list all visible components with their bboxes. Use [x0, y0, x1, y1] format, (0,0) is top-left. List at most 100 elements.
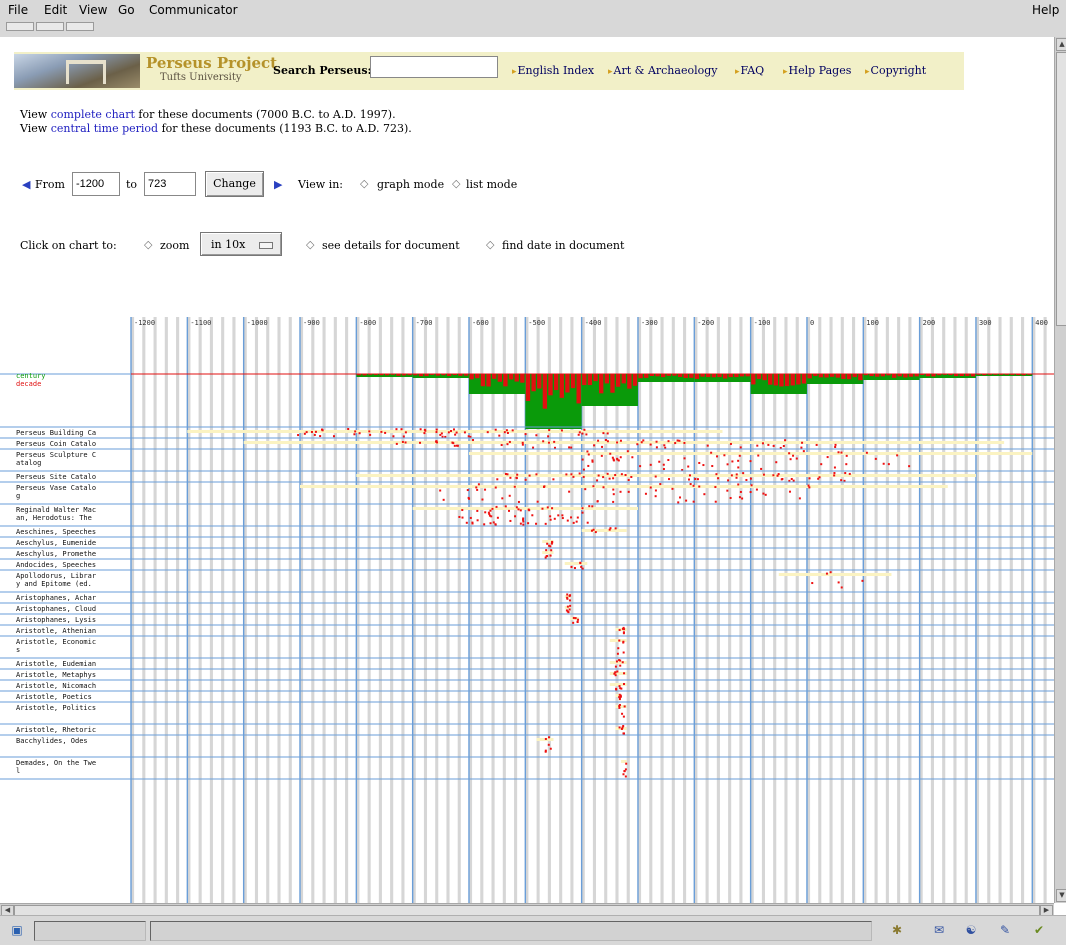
- date-point: [678, 439, 681, 442]
- date-point: [619, 659, 622, 662]
- date-point: [517, 508, 520, 511]
- newsgroup-icon[interactable]: ☯: [962, 923, 980, 937]
- date-point: [581, 511, 584, 514]
- date-point: [553, 440, 556, 443]
- row-label: Perseus Building Ca: [16, 429, 96, 437]
- graph-mode-radio[interactable]: ◇: [360, 177, 368, 190]
- scroll-down-icon[interactable]: ▼: [1056, 889, 1066, 902]
- list-mode-radio[interactable]: ◇: [452, 177, 460, 190]
- decade-bar: [520, 374, 525, 383]
- toolbar-tab-3[interactable]: [66, 22, 94, 31]
- date-point: [569, 604, 572, 607]
- decade-stripe: [502, 317, 506, 903]
- from-year-input[interactable]: [72, 172, 120, 196]
- decade-stripe: [930, 317, 934, 903]
- logo-title[interactable]: Perseus Project: [146, 54, 277, 72]
- date-point: [543, 485, 546, 488]
- menu-help[interactable]: Help: [1032, 3, 1059, 17]
- date-point: [527, 508, 530, 511]
- decade-bar: [418, 374, 424, 377]
- x-tick-label: 0: [810, 319, 814, 327]
- date-point: [358, 432, 361, 435]
- date-point: [844, 472, 847, 475]
- link-help-pages[interactable]: Help Pages: [783, 64, 852, 77]
- zoom-radio[interactable]: ◇: [144, 238, 152, 251]
- component-bar-icon[interactable]: ✱: [888, 923, 906, 937]
- date-point: [436, 441, 439, 444]
- date-point: [545, 555, 548, 558]
- date-point: [694, 478, 697, 481]
- link-art-archaeology[interactable]: Art & Archaeology: [608, 64, 718, 77]
- decade-bar: [773, 374, 778, 386]
- address-book-icon[interactable]: ✔: [1030, 923, 1048, 937]
- to-year-input[interactable]: [144, 172, 196, 196]
- security-lock-icon[interactable]: ▣: [8, 923, 26, 937]
- date-point: [577, 433, 580, 436]
- composer-icon[interactable]: ✎: [996, 923, 1014, 937]
- vertical-scroll-thumb[interactable]: [1056, 52, 1066, 326]
- date-point: [504, 505, 507, 508]
- find-date-radio[interactable]: ◇: [486, 238, 494, 251]
- date-point: [848, 472, 851, 475]
- timeline-chart[interactable]: -1200 -1100 -1000 -900 -800 -700 -600 -500 -400-…: [0, 277, 1054, 903]
- next-period-icon[interactable]: ▶: [274, 178, 282, 191]
- temple-logo-icon[interactable]: [14, 54, 140, 88]
- toolbar-tab-2[interactable]: [36, 22, 64, 31]
- date-point: [400, 428, 403, 431]
- decade-bar: [813, 374, 818, 376]
- date-point: [458, 515, 461, 518]
- menu-go[interactable]: Go: [118, 3, 135, 17]
- prev-period-icon[interactable]: ◀: [22, 178, 30, 191]
- decade-bar: [401, 374, 407, 376]
- menu-edit[interactable]: Edit: [44, 3, 67, 17]
- date-point: [532, 446, 535, 449]
- date-point: [663, 444, 666, 447]
- menu-communicator[interactable]: Communicator: [149, 3, 238, 17]
- change-button[interactable]: Change: [205, 171, 264, 197]
- link-copyright[interactable]: Copyright: [865, 64, 927, 77]
- vertical-scrollbar[interactable]: ▲ ▼: [1054, 37, 1066, 903]
- toolbar-tab-1[interactable]: [6, 22, 34, 31]
- date-point: [668, 478, 671, 481]
- date-point: [620, 473, 623, 476]
- decade-stripe: [480, 317, 484, 903]
- decade-stripe: [367, 317, 371, 903]
- date-point: [450, 430, 453, 433]
- decade-stripe: [885, 317, 889, 903]
- date-point: [714, 500, 717, 503]
- date-point: [314, 430, 317, 433]
- menu-file[interactable]: File: [8, 3, 28, 17]
- decade-bar: [914, 374, 919, 377]
- date-point: [840, 586, 843, 589]
- date-point: [616, 458, 619, 461]
- decade-stripe: [773, 317, 777, 903]
- date-point: [865, 451, 868, 454]
- decade-bar: [846, 374, 852, 380]
- date-point: [800, 446, 803, 449]
- details-radio[interactable]: ◇: [306, 238, 314, 251]
- mail-icon[interactable]: ✉: [930, 923, 948, 937]
- date-point: [468, 497, 471, 500]
- link-english-index[interactable]: English Index: [512, 64, 595, 77]
- decade-bar: [638, 374, 643, 379]
- date-point: [495, 505, 498, 508]
- date-point: [674, 442, 677, 445]
- search-input[interactable]: [370, 56, 498, 78]
- date-point: [455, 431, 458, 434]
- date-point: [392, 435, 395, 438]
- graph-mode-label: graph mode: [377, 178, 445, 191]
- link-faq[interactable]: FAQ: [735, 64, 765, 77]
- date-point: [820, 463, 823, 466]
- perseus-banner: Perseus Project Tufts University Search …: [14, 52, 964, 90]
- date-point: [575, 520, 578, 523]
- menu-view[interactable]: View: [79, 3, 107, 17]
- scroll-up-icon[interactable]: ▲: [1056, 38, 1066, 51]
- zoom-factor-select[interactable]: in 10x: [200, 232, 282, 256]
- date-point: [679, 496, 682, 499]
- date-point: [795, 457, 798, 460]
- decade-bar: [683, 374, 688, 378]
- date-point: [845, 454, 848, 457]
- link-complete-chart[interactable]: complete chart: [51, 108, 135, 121]
- link-central-time-period[interactable]: central time period: [51, 122, 158, 135]
- date-point: [662, 463, 665, 466]
